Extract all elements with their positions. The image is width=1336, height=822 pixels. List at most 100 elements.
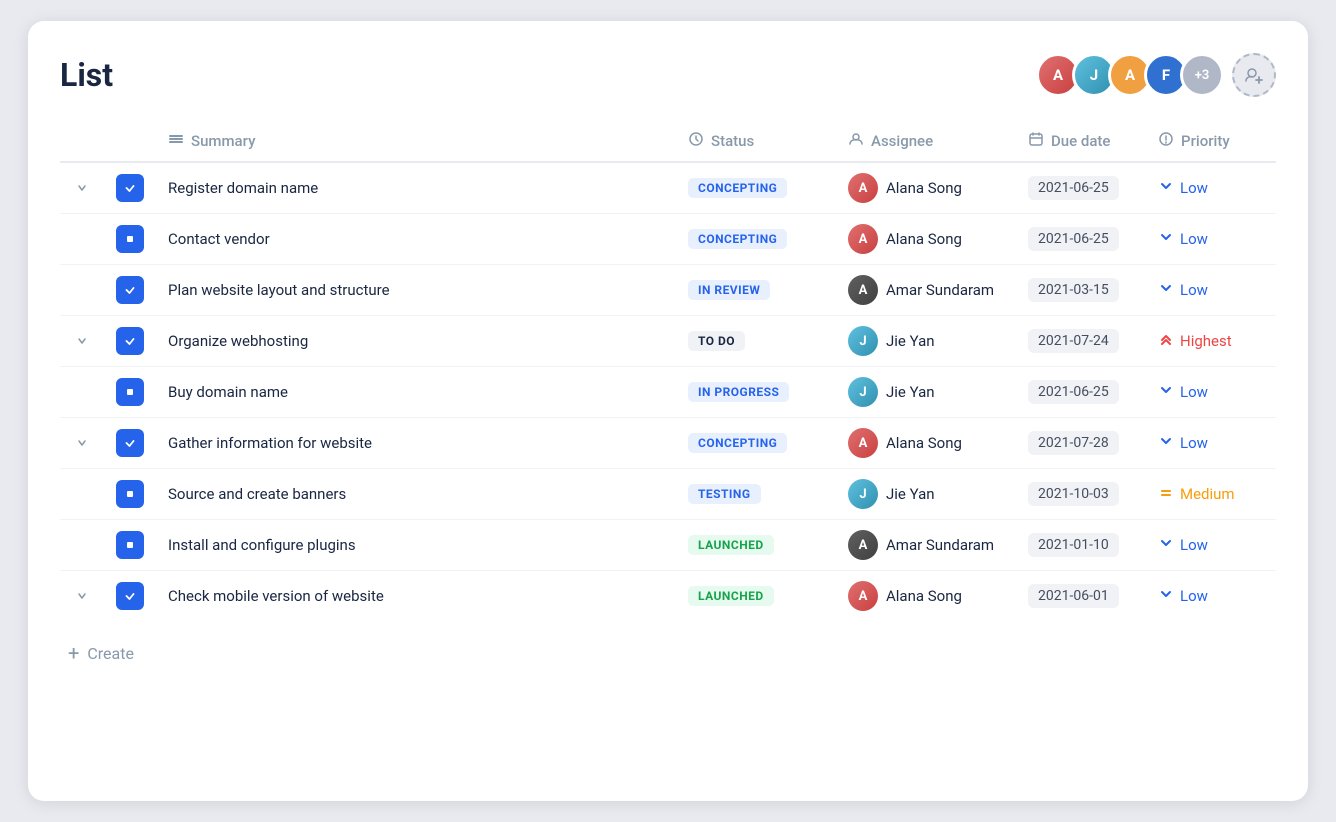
assignee-name: Alana Song [886, 230, 962, 248]
task-summary: Contact vendor [156, 214, 676, 265]
add-user-button[interactable] [1232, 53, 1276, 97]
main-card: List AJAF+3 Summary [28, 21, 1308, 801]
priority-icon-equals [1158, 484, 1174, 504]
create-label: Create [87, 644, 134, 663]
priority-cell: Highest [1158, 331, 1264, 351]
assignee-name: Jie Yan [886, 383, 935, 401]
task-summary: Check mobile version of website [156, 571, 676, 622]
expand-placeholder [72, 535, 92, 555]
task-summary: Gather information for website [156, 418, 676, 469]
table-row[interactable]: Organize webhostingTO DO J Jie Yan 2021-… [60, 316, 1276, 367]
expand-placeholder [72, 484, 92, 504]
th-summary-label: Summary [191, 132, 255, 150]
due-date-badge: 2021-07-24 [1028, 329, 1119, 353]
priority-label: Medium [1180, 485, 1235, 503]
priority-label: Low [1180, 587, 1208, 605]
table-row[interactable]: Install and configure pluginsLAUNCHED A … [60, 520, 1276, 571]
status-badge: TESTING [688, 484, 761, 504]
status-badge: LAUNCHED [688, 535, 774, 555]
assignee-avatar: A [848, 275, 878, 305]
header: List AJAF+3 [60, 53, 1276, 97]
table-row[interactable]: Source and create bannersTESTING J Jie Y… [60, 469, 1276, 520]
priority-cell: Low [1158, 229, 1264, 249]
expand-button[interactable] [72, 586, 92, 606]
assignee-cell: A Alana Song [848, 224, 1004, 254]
assignee-avatar: J [848, 479, 878, 509]
priority-label: Highest [1180, 332, 1232, 350]
priority-icon-chevron-up-double [1158, 331, 1174, 351]
assignee-cell: J Jie Yan [848, 377, 1004, 407]
avatar-av5: +3 [1180, 53, 1224, 97]
th-duedate: Due date [1016, 121, 1146, 162]
due-date-badge: 2021-06-25 [1028, 176, 1119, 200]
expand-button[interactable] [72, 178, 92, 198]
avatar-group: AJAF+3 [1036, 53, 1276, 97]
status-icon [688, 131, 704, 151]
due-date-badge: 2021-01-10 [1028, 533, 1119, 557]
page-title: List [60, 56, 113, 94]
expand-button[interactable] [72, 433, 92, 453]
th-status: Status [676, 121, 836, 162]
assignee-avatar: A [848, 581, 878, 611]
priority-label: Low [1180, 434, 1208, 452]
task-icon [116, 276, 144, 304]
list-icon [168, 131, 184, 151]
priority-icon-chevron-down [1158, 229, 1174, 249]
due-date-badge: 2021-06-25 [1028, 227, 1119, 251]
expand-placeholder [72, 229, 92, 249]
th-summary: Summary [156, 121, 676, 162]
assignee-cell: J Jie Yan [848, 479, 1004, 509]
assignee-cell: J Jie Yan [848, 326, 1004, 356]
assignee-cell: A Amar Sundaram [848, 275, 1004, 305]
task-summary: Install and configure plugins [156, 520, 676, 571]
task-icon [116, 531, 144, 559]
priority-cell: Low [1158, 382, 1264, 402]
task-icon [116, 225, 144, 253]
priority-label: Low [1180, 281, 1208, 299]
table-row[interactable]: Buy domain nameIN PROGRESS J Jie Yan 202… [60, 367, 1276, 418]
table-row[interactable]: Plan website layout and structure IN REVI… [60, 265, 1276, 316]
status-badge: CONCEPTING [688, 229, 787, 249]
assignee-name: Jie Yan [886, 332, 935, 350]
assignee-icon [848, 131, 864, 151]
create-button[interactable]: + Create [60, 637, 1276, 669]
priority-icon-chevron-down [1158, 382, 1174, 402]
table-row[interactable]: Gather information for website CONCEPTING… [60, 418, 1276, 469]
priority-cell: Medium [1158, 484, 1264, 504]
th-duedate-label: Due date [1051, 132, 1110, 150]
table-row[interactable]: Contact vendor CONCEPTING A Alana Song 20… [60, 214, 1276, 265]
assignee-avatar: A [848, 224, 878, 254]
th-expand [60, 121, 104, 162]
assignee-name: Alana Song [886, 179, 962, 197]
priority-label: Low [1180, 536, 1208, 554]
assignee-name: Jie Yan [886, 485, 935, 503]
assignee-cell: A Alana Song [848, 581, 1004, 611]
task-summary: Buy domain name [156, 367, 676, 418]
assignee-avatar: J [848, 377, 878, 407]
due-date-badge: 2021-10-03 [1028, 482, 1119, 506]
assignee-name: Alana Song [886, 434, 962, 452]
status-badge: CONCEPTING [688, 433, 787, 453]
status-badge: TO DO [688, 331, 745, 351]
expand-button[interactable] [72, 331, 92, 351]
th-icon [104, 121, 156, 162]
task-summary: Plan website layout and structure [156, 265, 676, 316]
task-icon [116, 378, 144, 406]
priority-cell: Low [1158, 535, 1264, 555]
priority-cell: Low [1158, 280, 1264, 300]
priority-icon-chevron-down [1158, 280, 1174, 300]
due-date-badge: 2021-07-28 [1028, 431, 1119, 455]
table-row[interactable]: Register domain nameCONCEPTING A Alana S… [60, 162, 1276, 214]
assignee-avatar: A [848, 530, 878, 560]
table-row[interactable]: Check mobile version of websiteLAUNCHED … [60, 571, 1276, 622]
status-badge: LAUNCHED [688, 586, 774, 606]
priority-cell: Low [1158, 433, 1264, 453]
status-badge: CONCEPTING [688, 178, 787, 198]
th-assignee: Assignee [836, 121, 1016, 162]
status-badge: IN REVIEW [688, 280, 770, 300]
assignee-name: Amar Sundaram [886, 281, 994, 299]
priority-label: Low [1180, 179, 1208, 197]
task-summary: Register domain name [156, 162, 676, 214]
priority-cell: Low [1158, 178, 1264, 198]
priority-icon-chevron-down [1158, 178, 1174, 198]
